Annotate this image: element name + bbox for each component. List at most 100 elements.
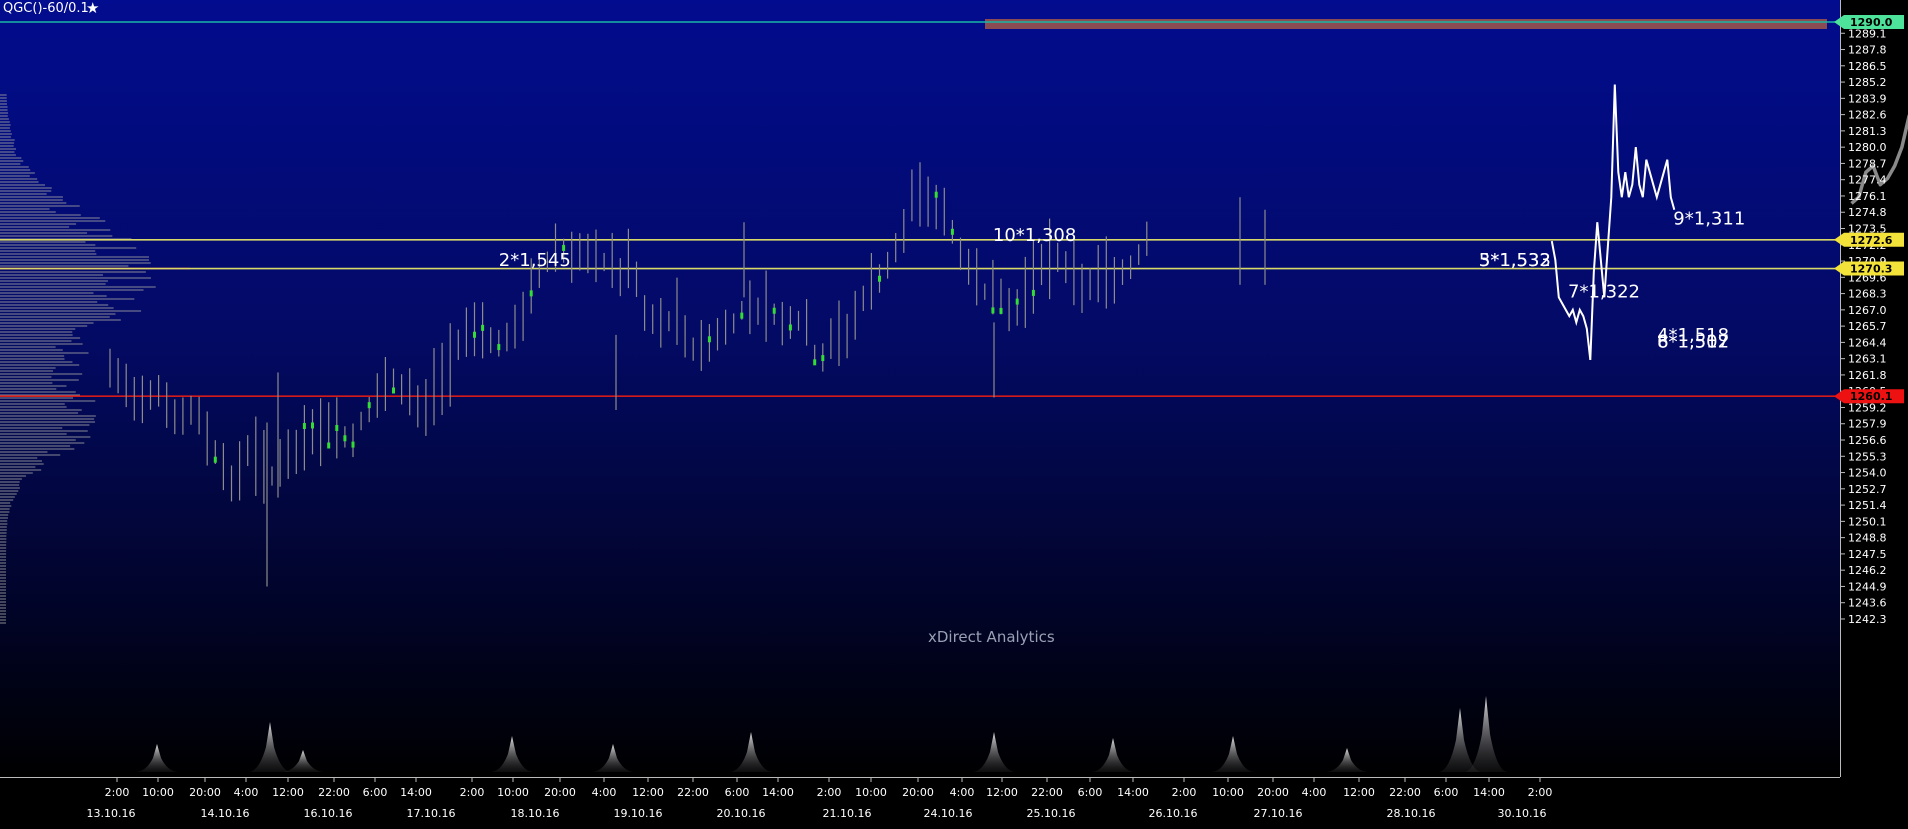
cluster-label: 10*1,308 bbox=[993, 225, 1076, 246]
plot-background bbox=[0, 0, 1840, 777]
time-tick-label: 12:00 bbox=[1343, 786, 1375, 799]
price-tick-label: 1257.9 bbox=[1848, 418, 1887, 431]
time-tick-label: 14:00 bbox=[762, 786, 794, 799]
time-tick-label: 4:00 bbox=[234, 786, 259, 799]
time-tick-label: 12:00 bbox=[272, 786, 304, 799]
price-tick-label: 1247.5 bbox=[1848, 548, 1887, 561]
cluster-highlight bbox=[311, 422, 314, 429]
time-tick-label: 22:00 bbox=[1031, 786, 1063, 799]
star-icon[interactable]: ★ bbox=[86, 0, 99, 17]
time-tick-label: 10:00 bbox=[1212, 786, 1244, 799]
cluster-highlight bbox=[821, 355, 825, 362]
time-tick-label: 14:00 bbox=[1473, 786, 1505, 799]
time-tick-label: 4:00 bbox=[592, 786, 617, 799]
price-tick-label: 1274.8 bbox=[1848, 206, 1887, 219]
price-tick-label: 1268.3 bbox=[1848, 288, 1887, 301]
cluster-highlight bbox=[497, 344, 501, 351]
price-tick-label: 1254.0 bbox=[1848, 467, 1887, 480]
date-label: 28.10.16 bbox=[1387, 807, 1436, 820]
time-tick-label: 20:00 bbox=[1257, 786, 1289, 799]
time-tick-label: 2:00 bbox=[460, 786, 485, 799]
cluster-highlight bbox=[1015, 298, 1019, 305]
cluster-highlight bbox=[1031, 289, 1035, 296]
cluster-highlight bbox=[991, 307, 995, 314]
date-label: 14.10.16 bbox=[201, 807, 250, 820]
date-label: 18.10.16 bbox=[511, 807, 560, 820]
cluster-highlight bbox=[772, 307, 776, 314]
watermark: xDirect Analytics bbox=[928, 628, 1055, 646]
price-tick-label: 1255.3 bbox=[1848, 450, 1887, 463]
cluster-highlight bbox=[878, 275, 881, 282]
price-tick-label: 1263.1 bbox=[1848, 353, 1887, 366]
date-label: 30.10.16 bbox=[1498, 807, 1547, 820]
time-tick-label: 14:00 bbox=[1117, 786, 1149, 799]
date-label: 16.10.16 bbox=[304, 807, 353, 820]
cluster-highlight bbox=[392, 387, 395, 394]
cluster-label: 2*1,545 bbox=[499, 250, 571, 271]
time-tick-label: 22:00 bbox=[318, 786, 350, 799]
chart-title: QGC()-60/0.1 bbox=[3, 1, 89, 16]
date-label: 17.10.16 bbox=[407, 807, 456, 820]
level-tag-label: 1270.3 bbox=[1850, 263, 1892, 276]
price-tick-label: 1256.6 bbox=[1848, 434, 1887, 447]
cluster-label: 3*1,533 bbox=[1479, 250, 1551, 271]
price-tick-label: 1276.1 bbox=[1848, 190, 1887, 203]
cluster-highlight bbox=[999, 307, 1003, 314]
level-tag-label: 1272.6 bbox=[1850, 234, 1893, 247]
price-tick-label: 1287.8 bbox=[1848, 44, 1887, 57]
time-tick-label: 12:00 bbox=[986, 786, 1018, 799]
cluster-highlight bbox=[302, 423, 306, 430]
time-tick-label: 20:00 bbox=[902, 786, 934, 799]
cluster-highlight bbox=[335, 424, 339, 431]
cluster-highlight bbox=[813, 359, 817, 366]
cluster-highlight bbox=[529, 290, 533, 297]
price-tick-label: 1286.5 bbox=[1848, 60, 1887, 73]
price-tick-label: 1265.7 bbox=[1848, 320, 1887, 333]
price-tick-label: 1283.9 bbox=[1848, 92, 1887, 105]
cluster-label: 7*1,322 bbox=[1568, 281, 1640, 302]
time-tick-label: 2:00 bbox=[1528, 786, 1553, 799]
price-tick-label: 1289.1 bbox=[1848, 27, 1887, 40]
price-tick-label: 1278.7 bbox=[1848, 157, 1887, 170]
time-tick-label: 4:00 bbox=[950, 786, 975, 799]
price-tick-label: 1280.0 bbox=[1848, 141, 1887, 154]
cluster-highlight bbox=[481, 324, 485, 331]
level-tag-label: 1290.0 bbox=[1850, 16, 1893, 29]
time-tick-label: 22:00 bbox=[1389, 786, 1421, 799]
time-tick-label: 14:00 bbox=[400, 786, 432, 799]
date-label: 19.10.16 bbox=[614, 807, 663, 820]
price-tick-label: 1259.2 bbox=[1848, 401, 1887, 414]
cluster-highlight bbox=[934, 191, 938, 198]
price-tick-label: 1243.6 bbox=[1848, 597, 1887, 610]
cluster-label: 9*1,311 bbox=[1673, 209, 1745, 230]
price-tick-label: 1267.0 bbox=[1848, 304, 1887, 317]
price-tick-label: 1277.4 bbox=[1848, 174, 1887, 187]
price-tick-label: 1261.8 bbox=[1848, 369, 1887, 382]
price-tick-label: 1264.4 bbox=[1848, 336, 1887, 349]
price-chart: 2*1,54510*1,3085*1,5323*1,5337*1,3229*1,… bbox=[0, 0, 1908, 829]
chart-stage: 2*1,545 10*1,308 5*1,532 3*1,533 7*1,322 9*1,… bbox=[0, 0, 1908, 829]
cluster-highlight bbox=[327, 442, 331, 449]
cluster-highlight bbox=[343, 435, 347, 442]
date-label: 25.10.16 bbox=[1027, 807, 1076, 820]
cluster-highlight bbox=[740, 312, 744, 319]
price-tick-label: 1281.3 bbox=[1848, 125, 1887, 138]
time-tick-label: 20:00 bbox=[544, 786, 576, 799]
time-tick-label: 10:00 bbox=[142, 786, 174, 799]
time-tick-label: 2:00 bbox=[817, 786, 842, 799]
time-tick-label: 6:00 bbox=[1078, 786, 1103, 799]
time-tick-label: 10:00 bbox=[497, 786, 529, 799]
time-tick-label: 22:00 bbox=[677, 786, 709, 799]
cluster-label: 4*1,518 bbox=[1657, 325, 1729, 346]
price-tick-label: 1251.4 bbox=[1848, 499, 1887, 512]
time-tick-label: 6:00 bbox=[1434, 786, 1459, 799]
axis-panel-bottom bbox=[0, 777, 1840, 829]
date-label: 21.10.16 bbox=[823, 807, 872, 820]
price-tick-label: 1246.2 bbox=[1848, 564, 1887, 577]
price-tick-label: 1248.8 bbox=[1848, 532, 1887, 545]
date-label: 13.10.16 bbox=[87, 807, 136, 820]
cluster-highlight bbox=[367, 402, 371, 409]
price-tick-label: 1244.9 bbox=[1848, 580, 1887, 593]
cluster-highlight bbox=[213, 456, 217, 463]
date-label: 27.10.16 bbox=[1254, 807, 1303, 820]
